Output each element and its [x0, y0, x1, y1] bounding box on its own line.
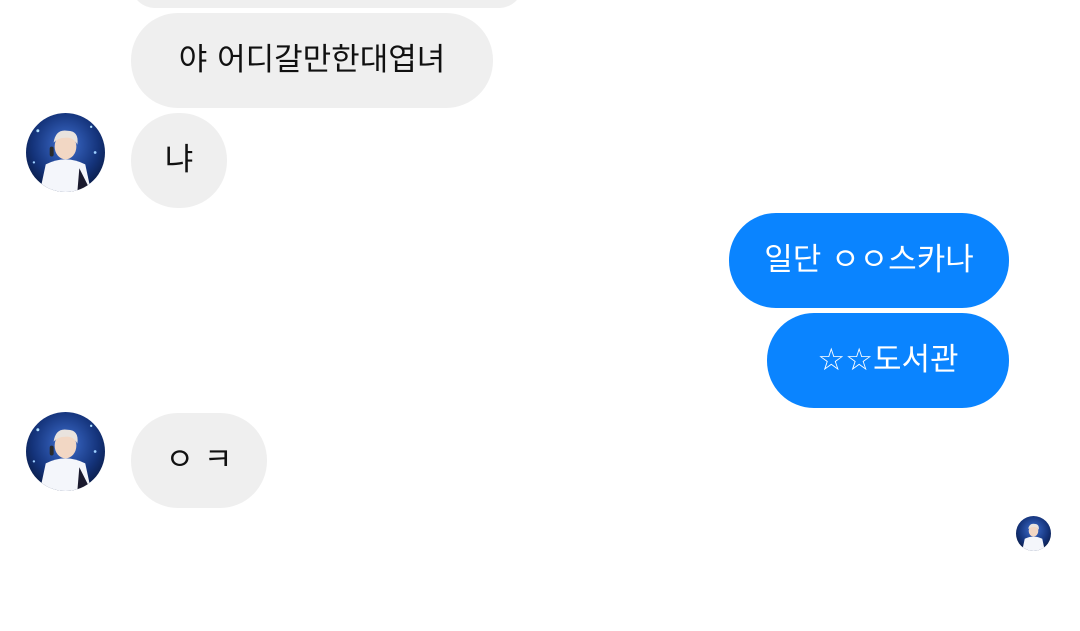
message-text: ㅇ ㅋ	[165, 442, 233, 478]
message-text: ☆☆도서관	[817, 342, 959, 378]
avatar-photo-icon	[26, 412, 105, 491]
seen-indicator-avatar	[1016, 516, 1051, 551]
sender-avatar[interactable]	[26, 113, 105, 192]
message-bubble-outgoing[interactable]: 일단 ㅇㅇ스카나	[729, 213, 1009, 308]
message-bubble-incoming[interactable]: 냐	[131, 113, 227, 208]
avatar-photo-icon	[26, 113, 105, 192]
message-text: 냐	[164, 142, 194, 178]
sender-avatar[interactable]	[26, 412, 105, 491]
message-bubble-incoming[interactable]: 야 어디갈만한대엽녀	[131, 13, 493, 108]
avatar-photo-icon	[1016, 516, 1051, 551]
message-text: 일단 ㅇㅇ스카나	[764, 242, 974, 278]
message-bubble-outgoing[interactable]: ☆☆도서관	[767, 313, 1009, 408]
message-bubble-partial[interactable]	[131, 0, 523, 8]
message-bubble-incoming[interactable]: ㅇ ㅋ	[131, 413, 267, 508]
message-text: 야 어디갈만한대엽녀	[178, 42, 446, 78]
